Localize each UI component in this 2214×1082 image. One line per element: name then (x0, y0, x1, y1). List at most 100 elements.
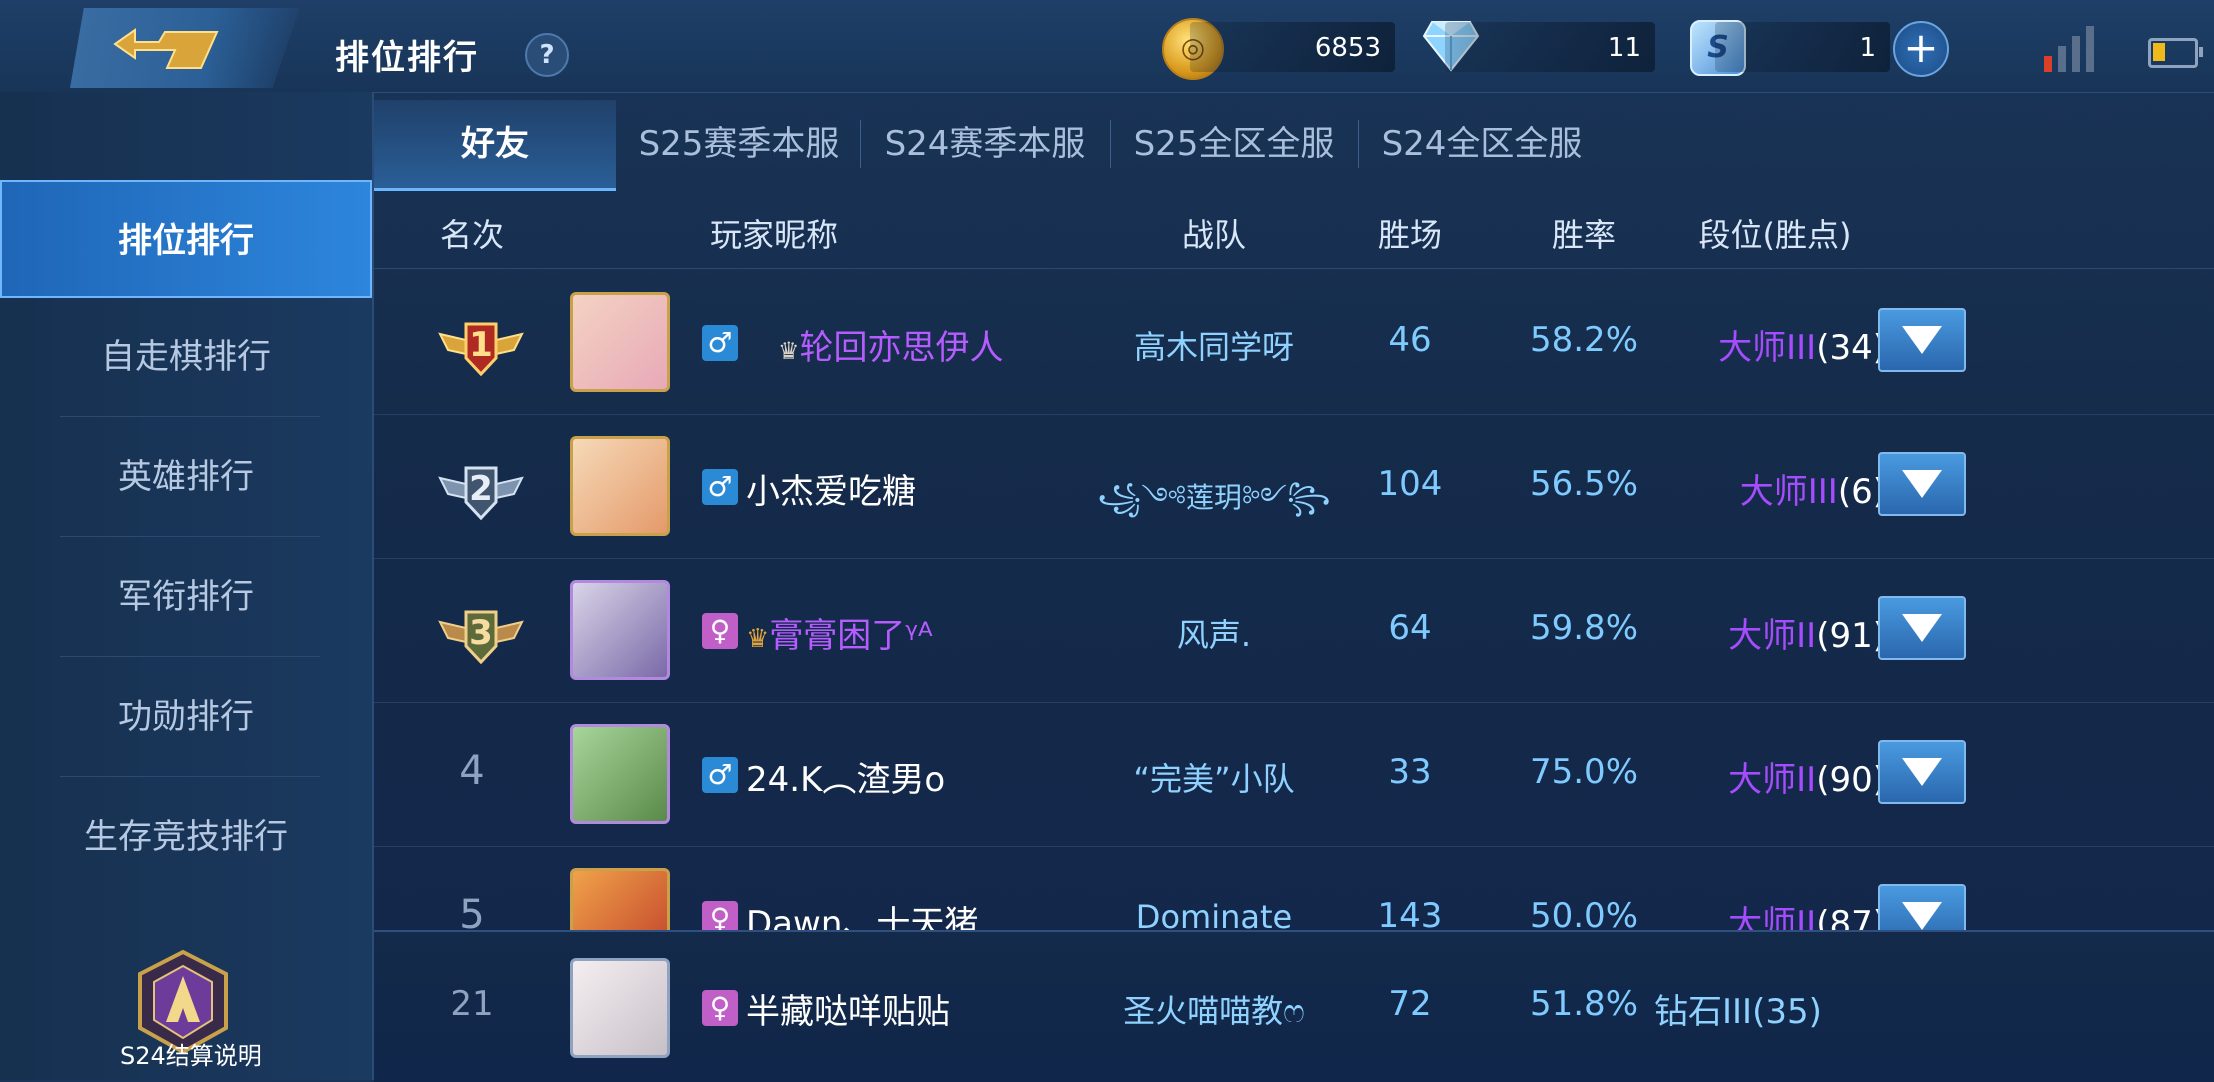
gold-medal-icon: 1 (438, 322, 524, 377)
diamond-value: 11 (1607, 33, 1641, 63)
gold-value: 6853 (1314, 33, 1381, 63)
player-name: ♛轮回亦思伊人 (778, 328, 1004, 368)
team-name: “完美”小队 (1133, 760, 1295, 798)
col-winrate: 胜率 (1551, 216, 1616, 254)
expand-button[interactable] (1878, 596, 1966, 660)
team-name: Dominate (1135, 898, 1293, 930)
chevron-down-icon (1902, 470, 1942, 498)
back-arrow-icon (113, 28, 219, 69)
male-icon: ♂ (702, 469, 738, 505)
chevron-down-icon (1902, 326, 1942, 354)
player-name: ♛膏膏困了ᵞᴬ (746, 616, 933, 656)
table-row[interactable]: 4 ♂ 24.K︵渣男o “完美”小队 33 75.0% 大师II(90) (374, 702, 2214, 847)
wins-value: 104 (1377, 464, 1443, 504)
medal-rank: 1 (469, 325, 493, 365)
tab-friends[interactable]: 好友 (374, 100, 616, 191)
winrate-value: 50.0% (1529, 896, 1638, 930)
tab-s25-all[interactable]: S25全区全服 (1116, 100, 1352, 188)
table-row[interactable]: 1 ♂ ♛轮回亦思伊人 高木同学呀 46 58.2% 大师III(34) (374, 270, 2214, 415)
sidebar-divider (60, 656, 320, 657)
col-wins: 胜场 (1377, 216, 1442, 254)
wins-value: 46 (1388, 320, 1432, 360)
chevron-down-icon (1902, 758, 1942, 786)
player-name: 半藏哒咩贴贴 (746, 992, 950, 1032)
player-name: 小杰爱吃糖 (746, 472, 916, 512)
help-icon[interactable]: ? (525, 33, 569, 77)
expand-button[interactable] (1878, 308, 1966, 372)
my-rank-row[interactable]: 21 ♀ 半藏哒咩贴贴 圣火喵喵教ෆ 72 51.8% 钻石III(35) (374, 930, 2214, 1082)
sidebar-item-survival[interactable]: 生存竞技排行 (0, 778, 372, 896)
page-title: 排位排行 (335, 38, 479, 78)
tier-value: 大师III(6) (1739, 472, 1886, 512)
season-explain-link[interactable]: S24结算说明 (120, 1036, 262, 1071)
bronze-medal-icon: 3 (438, 610, 524, 665)
sidebar-item-ranked[interactable]: 排位排行 (0, 180, 372, 298)
winrate-value: 51.8% (1529, 984, 1638, 1024)
chevron-down-icon (1902, 902, 1942, 930)
avatar[interactable] (570, 292, 670, 392)
diamond-counter: 11 (1445, 22, 1655, 72)
tab-s24-server[interactable]: S24赛季本服 (866, 100, 1104, 188)
top-bar: 排位排行 ? ◎ 6853 11 S 1 + (0, 0, 2214, 93)
ranking-list: 1 ♂ ♛轮回亦思伊人 高木同学呀 46 58.2% 大师III(34) 2 ♂… (374, 270, 2214, 930)
tab-separator (860, 120, 861, 168)
sidebar-item-hero[interactable]: 英雄排行 (0, 418, 372, 536)
winrate-value: 58.2% (1529, 320, 1638, 360)
tier-value: 大师II(91) (1728, 616, 1886, 656)
female-icon: ♀ (702, 990, 738, 1026)
avatar[interactable] (570, 724, 670, 824)
tier-value: 大师II(90) (1728, 760, 1886, 800)
sidebar-item-merit[interactable]: 功勋排行 (0, 658, 372, 776)
avatar[interactable] (570, 958, 670, 1058)
col-team: 战队 (1181, 216, 1246, 254)
sidebar-divider (60, 776, 320, 777)
medal-rank: 2 (469, 469, 493, 509)
table-row[interactable]: 3 ♀ ♛膏膏困了ᵞᴬ 风声. 64 59.8% 大师II(91) (374, 558, 2214, 703)
winrate-value: 75.0% (1529, 752, 1638, 792)
female-icon: ♀ (702, 613, 738, 649)
table-header: 名次 玩家昵称 战队 胜场 胜率 段位(胜点) (374, 190, 2214, 269)
silver-medal-icon: 2 (438, 466, 524, 521)
winrate-value: 56.5% (1529, 464, 1638, 504)
team-name: ꧁༺莲玥༻꧂ (1097, 481, 1331, 514)
crown-icon: ♛ (778, 337, 800, 365)
col-tier: 段位(胜点) (1698, 216, 1852, 254)
medal-rank: 3 (469, 613, 493, 653)
tab-bar: 好友 S25赛季本服 S24赛季本服 S25全区全服 S24全区全服 (374, 100, 2214, 191)
add-currency-button[interactable]: + (1893, 21, 1949, 77)
tab-separator (1110, 120, 1111, 168)
tier-value: 钻石III(35) (1654, 992, 1822, 1032)
sidebar-item-military-rank[interactable]: 军衔排行 (0, 538, 372, 656)
col-player: 玩家昵称 (709, 216, 838, 254)
avatar[interactable] (570, 868, 670, 930)
rank-number: 4 (459, 748, 485, 794)
team-name: 圣火喵喵教ෆ (1123, 992, 1305, 1030)
tab-s24-all[interactable]: S24全区全服 (1364, 100, 1600, 188)
sidebar-divider (60, 416, 320, 417)
crown-icon: ♛ (746, 624, 770, 654)
tab-s25-server[interactable]: S25赛季本服 (624, 100, 854, 188)
winrate-value: 59.8% (1529, 608, 1638, 648)
avatar[interactable] (570, 580, 670, 680)
table-row[interactable]: 2 ♂ 小杰爱吃糖 ꧁༺莲玥༻꧂ 104 56.5% 大师III(6) (374, 414, 2214, 559)
expand-button[interactable] (1878, 452, 1966, 516)
wins-value: 33 (1388, 752, 1432, 792)
chevron-down-icon (1902, 614, 1942, 642)
gold-counter: 6853 (1190, 22, 1395, 72)
signal-icon (2040, 26, 2094, 72)
expand-button[interactable] (1878, 740, 1966, 804)
sidebar: 排位排行 自走棋排行 英雄排行 军衔排行 功勋排行 生存竞技排行 S24结算说明 (0, 92, 374, 1080)
wins-value: 72 (1388, 984, 1432, 1024)
player-name: Dawn、十天猪 (746, 904, 979, 930)
wins-value: 143 (1377, 896, 1443, 930)
tab-separator (1358, 120, 1359, 168)
wins-value: 64 (1388, 608, 1432, 648)
expand-button[interactable] (1878, 884, 1966, 930)
back-button[interactable] (70, 8, 300, 88)
avatar[interactable] (570, 436, 670, 536)
table-row[interactable]: 5 ♀ Dawn、十天猪 Dominate 143 50.0% 大师II(87) (374, 846, 2214, 930)
sidebar-divider (60, 536, 320, 537)
rank-number: 5 (459, 892, 485, 930)
sidebar-item-auto-chess[interactable]: 自走棋排行 (0, 298, 372, 416)
rank-number: 21 (450, 984, 494, 1024)
